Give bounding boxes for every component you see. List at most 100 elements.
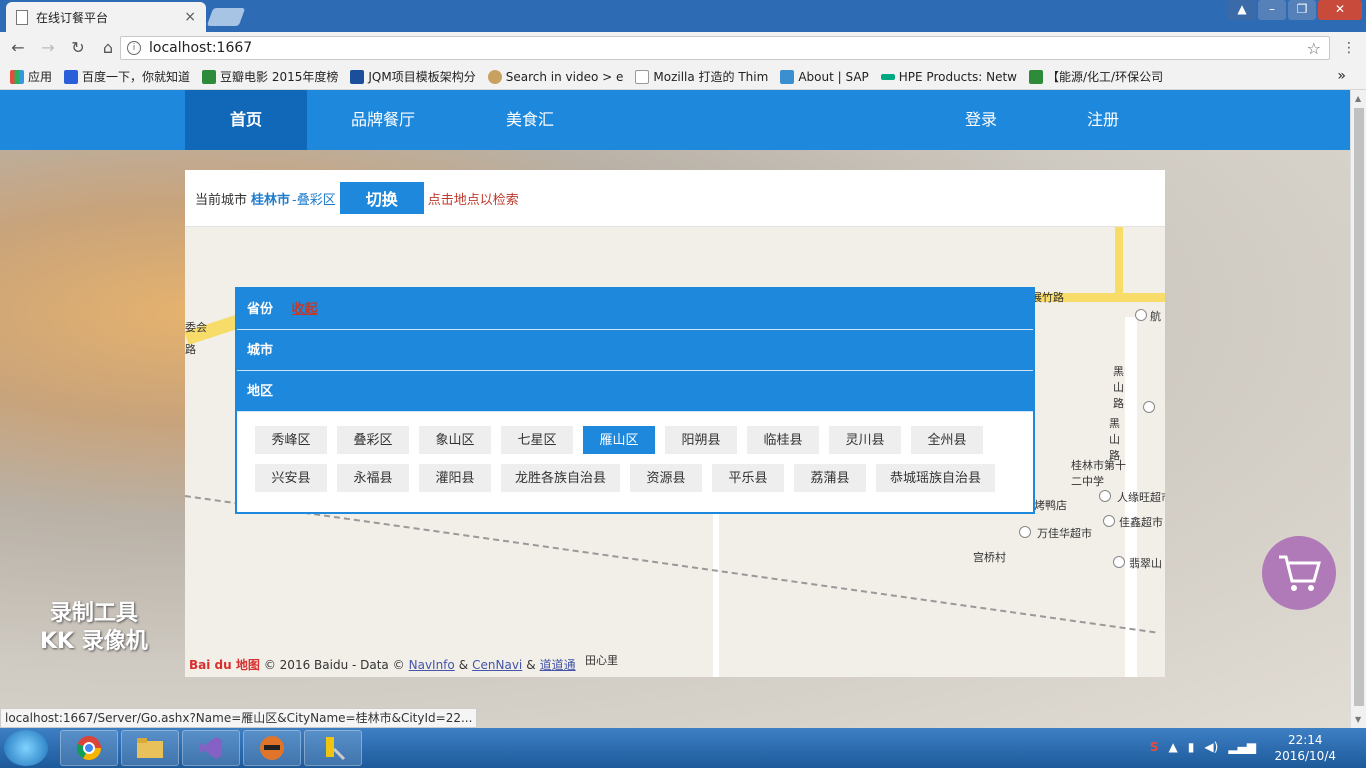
- district-button[interactable]: 雁山区: [583, 426, 655, 454]
- site-navbar: 首页 品牌餐厅 美食汇 登录 注册: [0, 90, 1350, 150]
- bookmark-energy[interactable]: 【能源/化工/环保公司: [1028, 68, 1163, 85]
- bookmark-search-video[interactable]: Search in video > e: [487, 69, 623, 84]
- scrollbar-thumb[interactable]: [1354, 108, 1364, 706]
- city-panel: 当前城市 桂林市 -叠彩区 切换 点击地点以检索 展竹路 航 黑山路 黑山路 桂…: [185, 170, 1165, 677]
- browser-tab[interactable]: 在线订餐平台 ×: [6, 2, 206, 32]
- back-icon[interactable]: ←: [8, 38, 28, 58]
- province-label: 省份: [247, 302, 274, 317]
- reload-icon[interactable]: ↻: [68, 38, 88, 58]
- tab-close-icon[interactable]: ×: [184, 9, 196, 25]
- bookmark-mozilla[interactable]: Mozilla 打造的 Thim: [635, 68, 768, 85]
- bookmark-apps[interactable]: 应用: [10, 68, 52, 85]
- forward-icon[interactable]: →: [38, 38, 58, 58]
- map-label: 黑山路: [1113, 365, 1124, 410]
- city-row[interactable]: 城市: [237, 330, 1033, 371]
- collapse-link[interactable]: 收起: [292, 302, 318, 317]
- bookmark-jqm[interactable]: JQM项目模板架构分: [350, 68, 476, 85]
- network-icon[interactable]: ▮: [1188, 740, 1195, 754]
- district-button[interactable]: 秀峰区: [255, 426, 327, 454]
- tab-title: 在线订餐平台: [36, 10, 109, 25]
- shopping-cart-button[interactable]: [1262, 536, 1336, 610]
- jqm-icon: [350, 69, 365, 84]
- system-tray: S ▲ ▮ ◀) ▂▄▆: [1150, 740, 1256, 754]
- page-viewport: 首页 品牌餐厅 美食汇 登录 注册 当前城市 桂林市 -叠彩区 切换 点击地点以…: [0, 90, 1350, 728]
- map-label: 委会: [185, 321, 207, 334]
- district-button[interactable]: 兴安县: [255, 464, 327, 492]
- bookmark-sap[interactable]: About | SAP: [780, 69, 869, 84]
- tool-taskbar-icon[interactable]: [304, 730, 362, 766]
- map-label: 路: [185, 343, 196, 356]
- input-method-icon[interactable]: S: [1150, 740, 1159, 754]
- video-icon: [487, 69, 502, 84]
- new-tab-button[interactable]: [206, 8, 246, 26]
- signal-icon[interactable]: ▂▄▆: [1228, 740, 1256, 754]
- chrome-taskbar-icon[interactable]: [60, 730, 118, 766]
- district-button[interactable]: 永福县: [337, 464, 409, 492]
- navinfo-link[interactable]: NavInfo: [409, 658, 455, 672]
- district-button[interactable]: 灌阳县: [419, 464, 491, 492]
- map-poi-icon: [1019, 526, 1031, 538]
- province-row[interactable]: 省份 收起: [237, 289, 1033, 330]
- district-button[interactable]: 平乐县: [712, 464, 785, 492]
- clock[interactable]: 22:14 2016/10/4: [1274, 732, 1336, 764]
- district-button[interactable]: 龙胜各族自治县: [501, 464, 621, 492]
- district-button[interactable]: 象山区: [419, 426, 491, 454]
- nav-register[interactable]: 注册: [1062, 90, 1144, 150]
- explorer-taskbar-icon[interactable]: [121, 730, 179, 766]
- bookmarks-more-icon[interactable]: »: [1337, 68, 1346, 84]
- minimize-icon[interactable]: –: [1258, 0, 1286, 20]
- district-button[interactable]: 七星区: [501, 426, 573, 454]
- district-button[interactable]: 资源县: [630, 464, 703, 492]
- start-button[interactable]: [4, 730, 48, 766]
- current-district-name: -叠彩区: [292, 192, 336, 208]
- map-label: 展竹路: [1031, 291, 1064, 304]
- visual-studio-taskbar-icon[interactable]: [182, 730, 240, 766]
- map-label: 黑山路: [1109, 417, 1120, 462]
- district-button[interactable]: 临桂县: [747, 426, 819, 454]
- district-button[interactable]: 灵川县: [829, 426, 901, 454]
- url-bar[interactable]: i localhost:1667 ☆: [120, 36, 1330, 60]
- district-button[interactable]: 阳朔县: [665, 426, 737, 454]
- document-icon: [16, 9, 28, 25]
- district-button[interactable]: 叠彩区: [337, 426, 409, 454]
- volume-icon[interactable]: ◀): [1204, 740, 1218, 754]
- bookmark-douban[interactable]: 豆瓣电影 2015年度榜: [202, 68, 338, 85]
- url-text: localhost:1667: [149, 40, 253, 56]
- city-label: 城市: [247, 343, 274, 358]
- info-icon[interactable]: i: [127, 41, 141, 55]
- tray-expand-icon[interactable]: ▲: [1169, 740, 1178, 754]
- map-label: 佳鑫超市: [1119, 516, 1163, 529]
- nav-login[interactable]: 登录: [940, 90, 1022, 150]
- map-poi-icon: [1099, 490, 1111, 502]
- scroll-up-icon[interactable]: ▲: [1355, 94, 1361, 103]
- district-button[interactable]: 恭城瑶族自治县: [876, 464, 996, 492]
- window-close-icon[interactable]: ✕: [1318, 0, 1362, 20]
- ampersand-text: &: [458, 657, 469, 672]
- map-label: 翡翠山: [1129, 557, 1162, 570]
- district-button[interactable]: 荔蒲县: [794, 464, 867, 492]
- switch-city-button[interactable]: 切换: [339, 182, 424, 214]
- map-poi-icon: [1135, 309, 1147, 321]
- map-footer: Bai du 地图 © 2016 Baidu - Data © NavInfo …: [189, 656, 576, 673]
- bookmark-baidu[interactable]: 百度一下，你就知道: [64, 68, 190, 85]
- maximize-icon[interactable]: ❐: [1288, 0, 1316, 20]
- user-icon[interactable]: ▲: [1228, 0, 1256, 20]
- scroll-down-icon[interactable]: ▼: [1355, 715, 1361, 724]
- page-scrollbar[interactable]: ▲ ▼: [1350, 90, 1366, 728]
- district-row[interactable]: 地区: [237, 371, 1033, 412]
- menu-icon[interactable]: ⋮: [1342, 40, 1356, 56]
- nav-home[interactable]: 首页: [185, 90, 307, 150]
- district-button[interactable]: 全州县: [911, 426, 983, 454]
- daodaotong-link[interactable]: 道道通: [540, 656, 576, 673]
- nav-food-collection[interactable]: 美食汇: [480, 90, 580, 150]
- cennavi-link[interactable]: CenNavi: [472, 658, 522, 672]
- recorder-taskbar-icon[interactable]: [243, 730, 301, 766]
- baidu-map[interactable]: 展竹路 航 黑山路 黑山路 桂林市第十二中学 口留香烤鸭店 人缘旺超市 佳鑫超市…: [185, 227, 1165, 677]
- current-city-label: 当前城市: [195, 192, 248, 208]
- bookmark-hpe[interactable]: HPE Products: Netw: [880, 70, 1017, 84]
- baidu-icon: [64, 69, 79, 84]
- map-railway: [185, 495, 1156, 634]
- bookmark-star-icon[interactable]: ☆: [1307, 39, 1321, 58]
- nav-brand-restaurants[interactable]: 品牌餐厅: [330, 90, 436, 150]
- home-icon[interactable]: ⌂: [98, 38, 118, 58]
